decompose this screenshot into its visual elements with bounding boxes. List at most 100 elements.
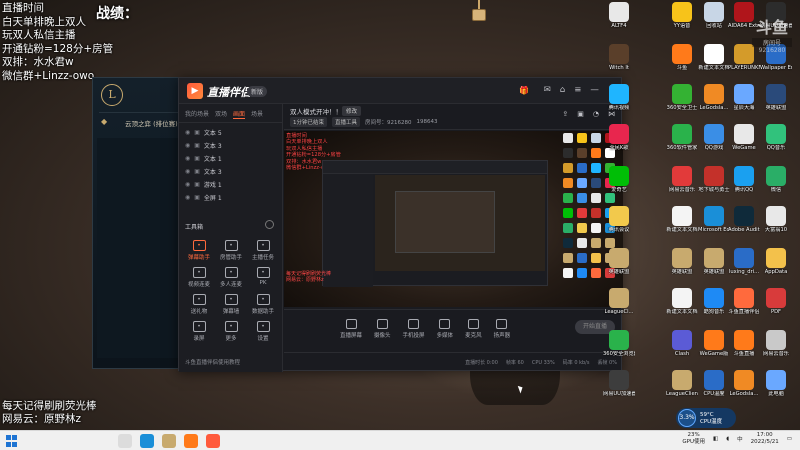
desktop-icon[interactable]: 斗鱼直播 [728, 330, 760, 357]
desktop-icon[interactable]: QQ游戏 [698, 124, 730, 151]
desktop-icon[interactable]: 此电脑 [760, 370, 792, 397]
desktop-icon[interactable]: 360安全卫士 [666, 84, 698, 111]
lock-icon[interactable]: ▣ [194, 181, 200, 188]
eye-icon[interactable]: ◉ [185, 155, 190, 162]
desktop-icon[interactable]: WeGame版 [698, 330, 730, 357]
queue-row[interactable]: ◆ 云顶之弈 (排位赛) [99, 112, 187, 132]
desktop-icon[interactable]: LeagueClient [666, 370, 698, 397]
desktop-icon[interactable]: 新建文本文档 [698, 44, 730, 71]
desktop-icon[interactable]: 爱奇艺 [603, 166, 635, 193]
lock-icon[interactable]: ▣ [194, 129, 200, 136]
eye-icon[interactable]: ◉ [185, 129, 190, 136]
tab-scenes[interactable]: 我的场景 [185, 109, 209, 119]
toolbox-more-icon[interactable] [265, 220, 274, 229]
source-item[interactable]: ◉ ▣ 文本 3 [185, 139, 276, 152]
desktop-icon[interactable]: 酷狗音乐 [698, 288, 730, 315]
desktop-icon[interactable]: 新建文本文档 [666, 288, 698, 315]
windows-start-icon[interactable] [6, 435, 18, 447]
tool-task[interactable]: • 主播任务 [247, 240, 279, 261]
desktop-icon[interactable]: 回收站 [698, 2, 730, 29]
desktop-icon[interactable]: 网易云音乐 [760, 330, 792, 357]
tool-manager[interactable]: • 房管助手 [215, 240, 247, 261]
desktop-icon[interactable]: LeagueCl... [603, 288, 635, 315]
desktop-icon[interactable]: 360安全浏览器 [603, 330, 635, 357]
desktop-icon[interactable]: AppData [760, 248, 792, 275]
share-icon[interactable]: ⇪ [562, 110, 568, 118]
eye-icon[interactable]: ◉ [185, 168, 190, 175]
lock-icon[interactable]: ▣ [194, 168, 200, 175]
eye-icon[interactable]: ◉ [185, 181, 190, 188]
cpu-widget[interactable]: 3.3% 59°C CPU温度 [676, 408, 736, 428]
clock[interactable]: 17:00 2022/5/21 [751, 432, 779, 446]
source-item[interactable]: ◉ ▣ 文本 5 [185, 126, 276, 139]
desktop-icon[interactable]: 360软件管家 [666, 124, 698, 151]
desktop-icon[interactable]: 网易UU加速器 [603, 370, 635, 397]
desktop-icon[interactable]: QQ音乐 [760, 124, 792, 151]
tab-dual[interactable]: 双场 [215, 109, 227, 119]
desktop-icon[interactable]: 腾讯视频 [603, 84, 635, 111]
desktop-icon[interactable]: 腾讯会议 [603, 206, 635, 233]
desktop-icon[interactable]: 英雄联盟 [760, 84, 792, 111]
desktop-icon[interactable]: 腾讯QQ [728, 166, 760, 193]
desktop-icon[interactable]: Witch It [603, 44, 635, 71]
room-info-item[interactable]: 直播工具 [332, 117, 361, 127]
desktop-icon[interactable]: WeGame [728, 124, 760, 151]
notice-icon[interactable]: ◔ [593, 110, 599, 118]
desktop-icon[interactable]: Clash [666, 330, 698, 357]
tool-more[interactable]: • 更多 [215, 321, 247, 342]
tool-gift[interactable]: • 送礼物 [183, 294, 215, 315]
tool-data[interactable]: • 数据助手 [247, 294, 279, 315]
league-app-icon[interactable] [162, 434, 176, 448]
source-item[interactable]: ◉ ▣ 游戏 1 [185, 178, 276, 191]
desktop-icon[interactable]: Microsoft Edge [698, 206, 730, 233]
stream-preview[interactable]: 直播时间 白天单排晚上双人 玩双人私信主播 开通钻粉=128分+房管 双排：水水… [284, 131, 623, 307]
douyu-app-icon[interactable] [184, 434, 198, 448]
desktop-icon[interactable]: YY语音 [666, 2, 698, 29]
desktop-icon[interactable]: 斗鱼 [666, 44, 698, 71]
companion-app-icon[interactable] [206, 434, 220, 448]
eye-icon[interactable]: ◉ [185, 142, 190, 149]
lock-icon[interactable]: ▣ [194, 194, 200, 201]
minimize-icon[interactable]: — [590, 85, 599, 95]
control-mic[interactable]: 麦克风 [465, 318, 482, 339]
control-speaker[interactable]: 扬声器 [494, 318, 510, 339]
control-screen[interactable]: 直播屏幕 [340, 318, 362, 339]
tool-pk[interactable]: • PK [247, 267, 279, 288]
notification-icon[interactable]: ▭ [787, 436, 792, 442]
control-phone-cast[interactable]: 手机投屏 [403, 318, 425, 339]
tool-video-link[interactable]: • 视频连麦 [183, 267, 215, 288]
desktop-icon[interactable]: Adobe Audition [728, 206, 760, 233]
desktop-icon[interactable]: 斗鱼直播伴侣 [728, 288, 760, 315]
desktop-icon[interactable]: 大富翁10 [760, 206, 792, 233]
eye-icon[interactable]: ◉ [185, 194, 190, 201]
desktop-icon[interactable]: LeGodsla... [698, 84, 730, 111]
edit-room-button[interactable]: 修改 [342, 106, 362, 116]
desktop-icon[interactable]: ALTF4 [603, 2, 635, 29]
lock-icon[interactable]: ▣ [194, 155, 200, 162]
tutorial-link[interactable]: 斗鱼直播伴侣使用教程 [185, 358, 240, 366]
tool-record[interactable]: • 录屏 [183, 321, 215, 342]
control-media[interactable]: 多媒体 [437, 318, 453, 339]
desktop-icon[interactable]: 新建文本文档 [666, 206, 698, 233]
version-badge[interactable]: 新版 [247, 86, 268, 97]
gift-box-icon[interactable]: 🎁 [519, 86, 529, 95]
control-camera[interactable]: 摄像头 [374, 318, 391, 339]
desktop-icon[interactable]: 英雄联盟 [603, 248, 635, 275]
gpu-usage[interactable]: 23% GPU使用 [682, 432, 705, 446]
desktop-icon[interactable]: CPU温度 [698, 370, 730, 397]
desktop-icon[interactable]: 星辰大海 [728, 84, 760, 111]
desktop-icon[interactable]: luxing_dri... [728, 248, 760, 275]
desktop-icon[interactable]: 微信 [760, 166, 792, 193]
room-info-item[interactable]: 1分钟已结束 [290, 117, 327, 127]
edge-app-icon[interactable] [140, 434, 154, 448]
desktop-icon[interactable]: 地下城与勇士 [698, 166, 730, 193]
desktop-icon[interactable]: 全民K歌 [603, 124, 635, 151]
tool-settings[interactable]: • 设置 [247, 321, 279, 342]
search-app-icon[interactable] [118, 434, 132, 448]
tool-wall[interactable]: • 弹幕墙 [215, 294, 247, 315]
lock-icon[interactable]: ▣ [194, 142, 200, 149]
desktop-icon[interactable]: 英雄联盟 [698, 248, 730, 275]
desktop-icon[interactable]: LeGodsla... [728, 370, 760, 397]
desktop-icon[interactable]: PDF [760, 288, 792, 315]
tab-scene2[interactable]: 场景 [251, 109, 263, 119]
